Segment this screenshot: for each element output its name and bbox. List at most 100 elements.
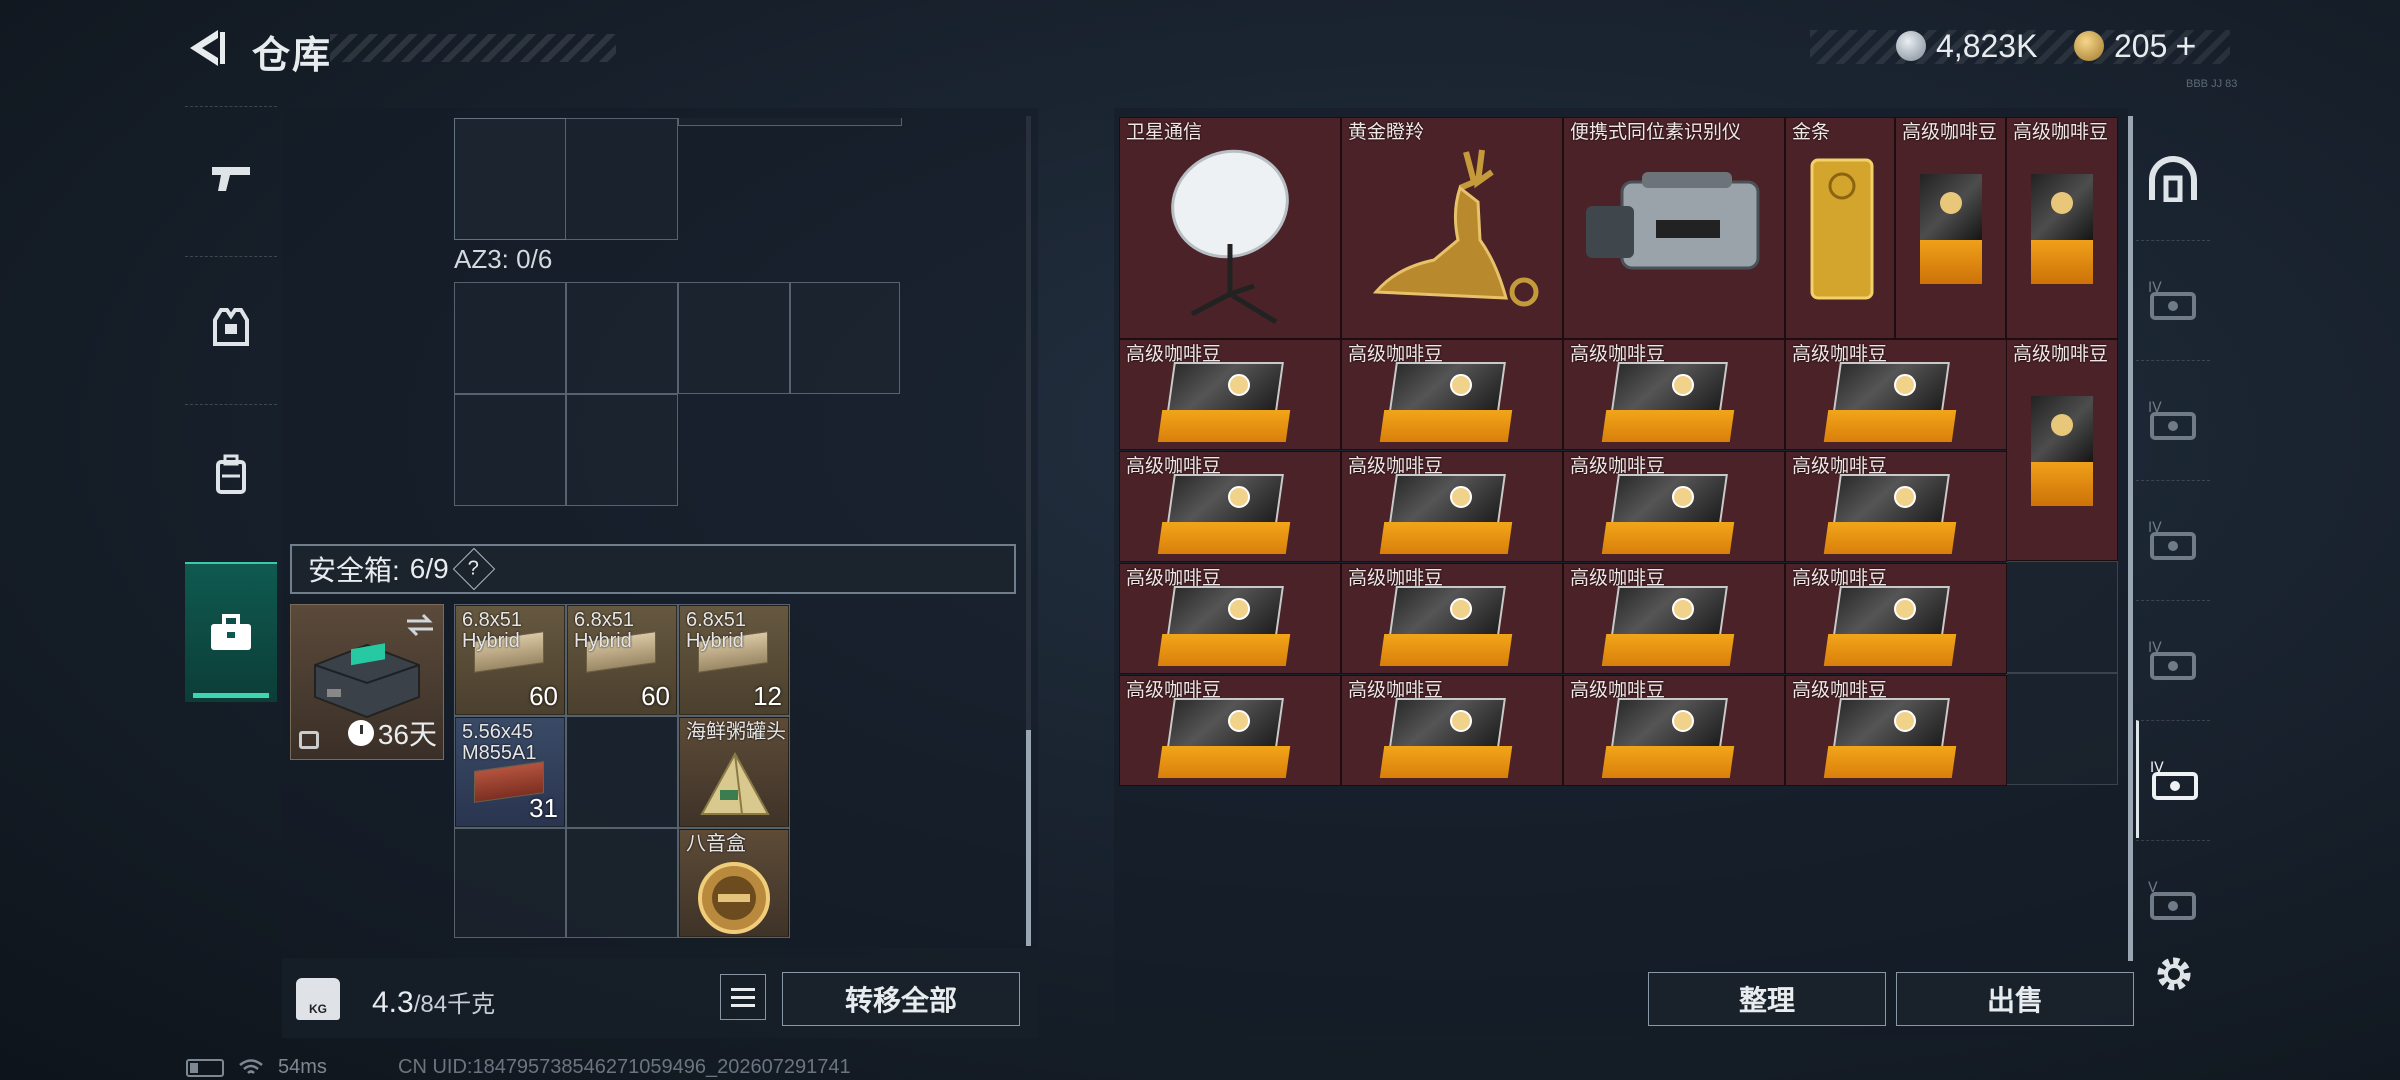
- coffee-bag-icon: [1157, 362, 1291, 444]
- item-qty: 12: [753, 681, 782, 711]
- golden-gazelle-item[interactable]: 黄金瞪羚: [1341, 117, 1563, 339]
- transfer-all-button[interactable]: 转移全部: [782, 972, 1020, 1026]
- az3-slot[interactable]: [790, 282, 900, 394]
- storage-slot[interactable]: [2006, 673, 2118, 785]
- coffee-bag-icon: [1601, 698, 1735, 780]
- item-qty: 60: [529, 681, 558, 711]
- storage-scrollbar[interactable]: [2128, 116, 2133, 961]
- ammo-item[interactable]: 6.8x51 Hybrid 12: [679, 605, 789, 715]
- az3-slot[interactable]: [566, 394, 678, 506]
- sell-button[interactable]: 出售: [1896, 972, 2134, 1026]
- ammo-item[interactable]: 5.56x45 M855A1 31: [455, 717, 565, 827]
- coffee-item[interactable]: 高级咖啡豆: [1785, 339, 2007, 450]
- tab-armor[interactable]: [185, 256, 277, 396]
- coffee-item[interactable]: 高级咖啡豆: [1785, 563, 2007, 674]
- title-stripe: [330, 34, 616, 62]
- coffee-bag-icon: [1823, 362, 1957, 444]
- gold-bar-item[interactable]: 金条: [1785, 117, 1895, 339]
- currency-gold[interactable]: 205 +: [2074, 25, 2196, 67]
- item-qty: 31: [529, 793, 558, 823]
- settings-button[interactable]: [2152, 952, 2196, 996]
- coffee-bag-icon: [1157, 474, 1291, 556]
- tab-case-5[interactable]: IV: [2136, 720, 2210, 838]
- case-iv-icon: IV: [2148, 400, 2196, 440]
- tab-case-4[interactable]: IV: [2136, 600, 2210, 718]
- coffee-item[interactable]: 高级咖啡豆: [1563, 563, 1785, 674]
- coffee-item[interactable]: 高级咖啡豆: [1563, 339, 1785, 450]
- satellite-item[interactable]: 卫星通信: [1119, 117, 1341, 339]
- coffee-bag-icon: [2031, 396, 2093, 506]
- isotope-identifier-item[interactable]: 便携式同位素识别仪: [1563, 117, 1785, 339]
- item-name: 高级咖啡豆: [1902, 122, 1998, 143]
- briefcase-icon: [211, 614, 251, 650]
- coffee-item[interactable]: 高级咖啡豆: [1895, 117, 2006, 339]
- list-icon-line: [731, 1003, 755, 1007]
- az3-slot[interactable]: [454, 394, 566, 506]
- coffee-item[interactable]: 高级咖啡豆: [1785, 451, 2007, 562]
- add-currency-button[interactable]: +: [2175, 25, 2196, 67]
- coffee-bag-icon: [1157, 586, 1291, 668]
- item-name: 卫星通信: [1126, 122, 1203, 143]
- tab-case-3[interactable]: IV: [2136, 480, 2210, 598]
- item-name: 金条: [1792, 122, 1831, 143]
- tab-case-1[interactable]: IV: [2136, 240, 2210, 358]
- list-view-button[interactable]: [720, 974, 766, 1020]
- az3-slot[interactable]: [678, 282, 790, 394]
- gun-icon: [212, 166, 250, 191]
- coffee-bag-icon: [1823, 698, 1957, 780]
- satellite-dish-icon: [1171, 149, 1289, 324]
- safebox-slot[interactable]: [566, 716, 678, 828]
- help-icon[interactable]: ?: [452, 547, 495, 591]
- coffee-bag-icon: [1601, 362, 1735, 444]
- isotope-device-icon: [1586, 172, 1760, 270]
- back-button[interactable]: [182, 24, 230, 72]
- coffee-item[interactable]: 高级咖啡豆: [1341, 675, 1563, 786]
- currency-silver: 4,823K: [1896, 26, 2037, 66]
- coffee-item[interactable]: 高级咖啡豆: [1563, 451, 1785, 562]
- coffee-item[interactable]: 高级咖啡豆: [1119, 451, 1341, 562]
- armor-vest-icon: [213, 307, 249, 346]
- tab-case-2[interactable]: IV: [2136, 360, 2210, 478]
- gear-icon: [2157, 957, 2191, 991]
- az3-slot[interactable]: [454, 282, 566, 394]
- safebox-slot[interactable]: [454, 828, 566, 938]
- canned-food-item[interactable]: 海鲜粥罐头: [679, 717, 789, 827]
- coffee-item[interactable]: 高级咖啡豆: [1119, 675, 1341, 786]
- coffee-item[interactable]: 高级咖啡豆: [1563, 675, 1785, 786]
- safebox-duration: 36天: [347, 713, 437, 753]
- safebox-slot[interactable]: [566, 828, 678, 938]
- coffee-item[interactable]: 高级咖啡豆: [1341, 339, 1563, 450]
- weight-current: 4.3: [372, 986, 414, 1019]
- tab-weapons[interactable]: [185, 106, 277, 246]
- stash-scrollbar[interactable]: [1026, 730, 1031, 946]
- coffee-item[interactable]: 高级咖啡豆: [1785, 675, 2007, 786]
- coffee-bag-icon: [2031, 174, 2093, 284]
- tab-storage-main[interactable]: [2136, 120, 2210, 238]
- coffee-item[interactable]: 高级咖啡豆: [2006, 117, 2118, 339]
- case-iv-icon: IV: [2148, 280, 2196, 320]
- item-qty: 60: [641, 681, 670, 711]
- sort-button[interactable]: 整理: [1648, 972, 1886, 1026]
- coffee-item[interactable]: 高级咖啡豆: [1119, 339, 1341, 450]
- az3-slot[interactable]: [566, 282, 678, 394]
- music-box-item[interactable]: 八音盒: [679, 829, 789, 937]
- case-iv-icon: IV: [2148, 640, 2196, 680]
- list-icon-line: [731, 995, 755, 999]
- ammo-item[interactable]: 6.8x51 Hybrid 60: [455, 605, 565, 715]
- grid-slot[interactable]: [454, 118, 566, 240]
- coffee-item[interactable]: 高级咖啡豆: [1341, 451, 1563, 562]
- coffee-item[interactable]: 高级咖啡豆: [2006, 339, 2118, 561]
- safebox-days: 36天: [377, 719, 437, 750]
- safebox-container-item[interactable]: 36天: [290, 604, 444, 760]
- weight-max: /84千克: [413, 991, 496, 1018]
- coffee-item[interactable]: 高级咖啡豆: [1341, 563, 1563, 674]
- tab-safebox[interactable]: [185, 562, 277, 702]
- az3-label: AZ3: 0/6: [454, 244, 553, 274]
- coffee-item[interactable]: 高级咖啡豆: [1119, 563, 1341, 674]
- storage-slot[interactable]: [2006, 561, 2118, 673]
- ping-text: 54ms: [278, 1056, 327, 1078]
- tab-case-6[interactable]: V: [2136, 840, 2210, 958]
- ammo-item[interactable]: 6.8x51 Hybrid 60: [567, 605, 677, 715]
- item-name: 海鲜粥罐头: [686, 721, 786, 743]
- tab-backpack[interactable]: [185, 404, 277, 544]
